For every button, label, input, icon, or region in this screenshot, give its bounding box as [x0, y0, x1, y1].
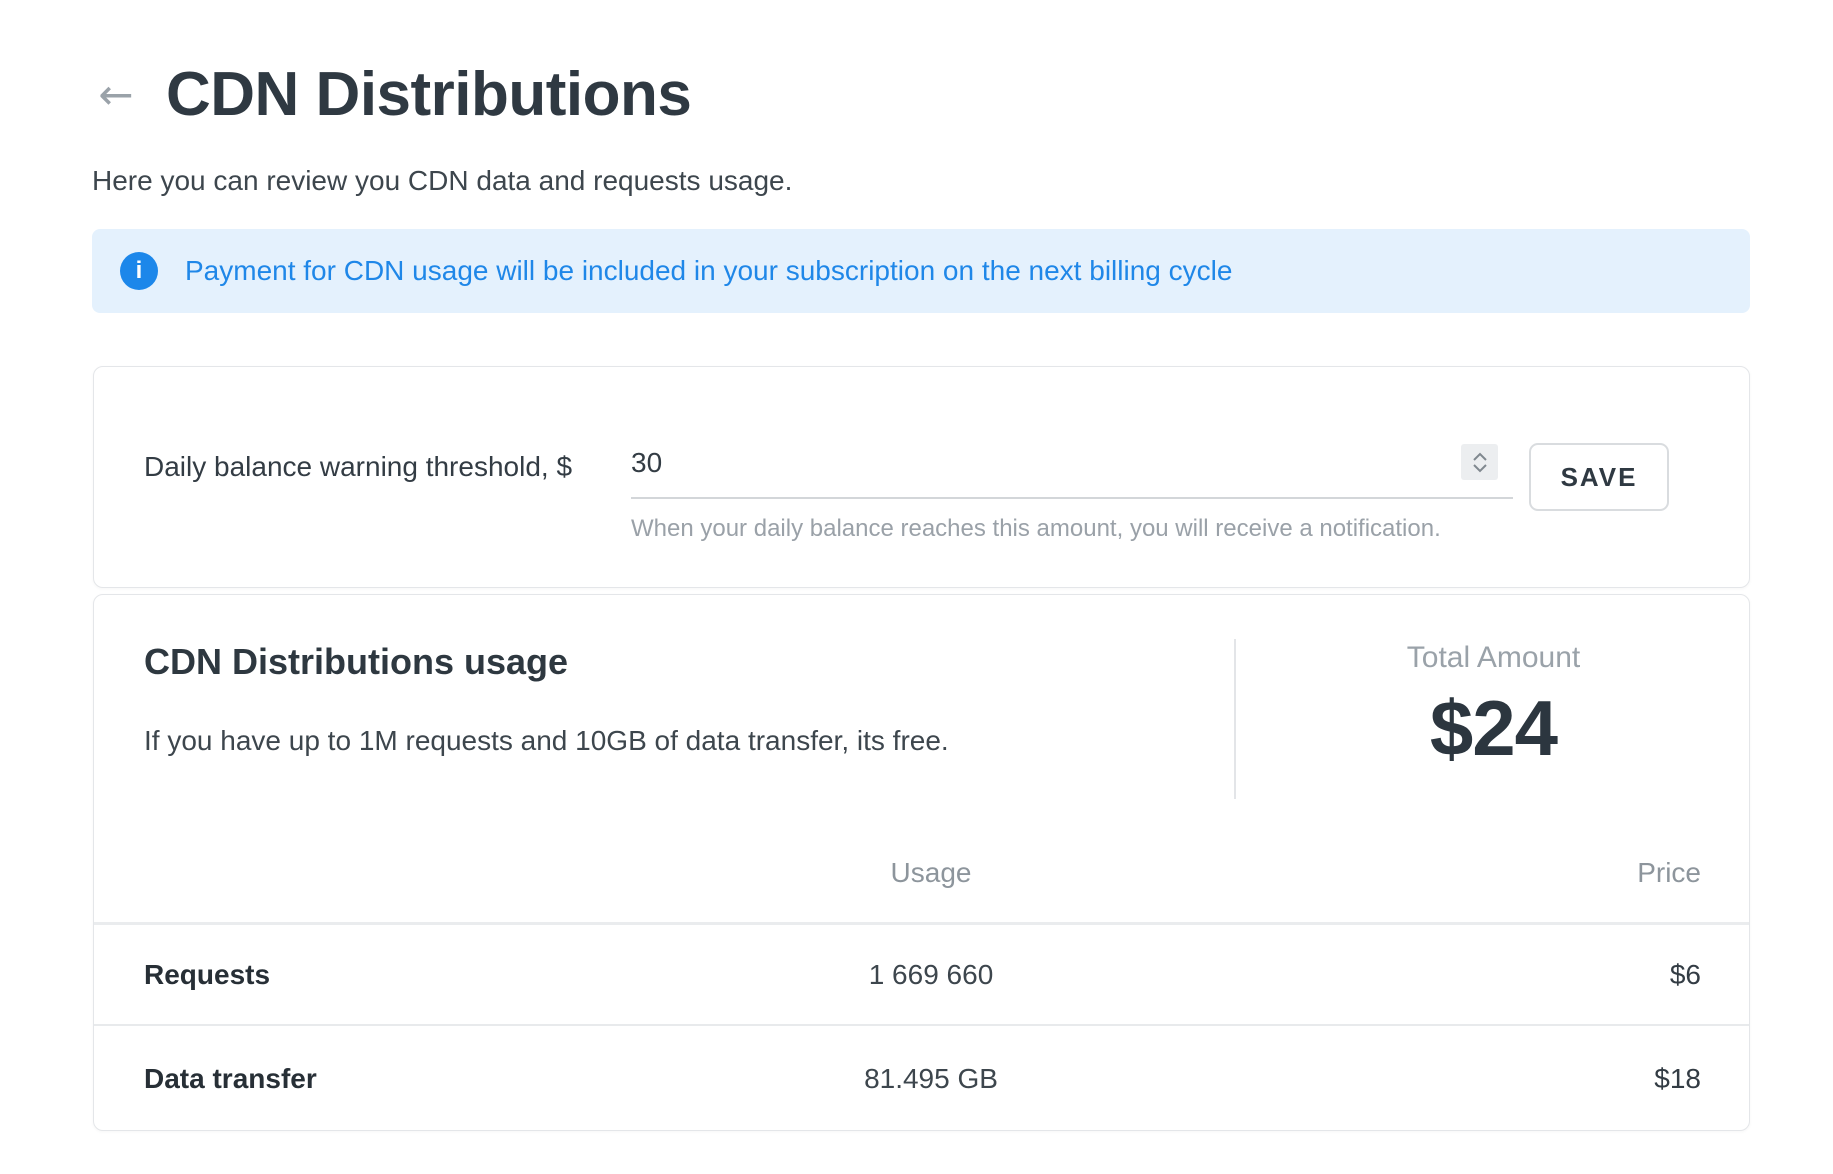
info-icon: i — [120, 252, 158, 290]
input-underline — [631, 497, 1513, 499]
row-name: Requests — [144, 959, 270, 991]
banner-message: Payment for CDN usage will be included i… — [185, 255, 1232, 287]
row-usage: 81.495 GB — [531, 1063, 1331, 1095]
stepper-down-icon[interactable] — [1472, 464, 1488, 473]
column-header-price: Price — [1637, 857, 1701, 889]
page-header: ← CDN Distributions — [92, 62, 691, 127]
threshold-helper-text: When your daily balance reaches this amo… — [631, 515, 1441, 543]
back-arrow-icon: ← — [98, 74, 133, 116]
table-row-data-transfer: Data transfer 81.495 GB $18 — [94, 1028, 1749, 1129]
column-header-usage: Usage — [531, 857, 1331, 889]
row-usage: 1 669 660 — [531, 959, 1331, 991]
row-name: Data transfer — [144, 1063, 317, 1095]
info-icon-glyph: i — [136, 257, 143, 285]
total-amount-block: Total Amount $24 — [1236, 641, 1751, 774]
page-subtitle: Here you can review you CDN data and req… — [92, 165, 792, 197]
cdn-distributions-page: ← CDN Distributions Here you can review … — [0, 0, 1833, 1174]
back-button[interactable]: ← — [92, 71, 140, 119]
billing-info-banner: i Payment for CDN usage will be included… — [92, 229, 1750, 313]
total-amount-value: $24 — [1236, 683, 1751, 774]
threshold-label: Daily balance warning threshold, $ — [144, 451, 572, 483]
usage-card-heading: CDN Distributions usage — [144, 641, 568, 683]
threshold-card: Daily balance warning threshold, $ When … — [93, 366, 1750, 588]
row-price: $18 — [1654, 1063, 1701, 1095]
usage-table-header: Usage Price — [94, 857, 1749, 889]
number-stepper[interactable] — [1461, 444, 1498, 480]
row-price: $6 — [1670, 959, 1701, 991]
page-title: CDN Distributions — [166, 62, 691, 127]
table-row-requests: Requests 1 669 660 $6 — [94, 925, 1749, 1026]
stepper-up-icon[interactable] — [1472, 452, 1488, 461]
usage-card: CDN Distributions usage If you have up t… — [93, 594, 1750, 1131]
total-amount-label: Total Amount — [1236, 641, 1751, 675]
usage-card-description: If you have up to 1M requests and 10GB o… — [144, 725, 949, 757]
threshold-input[interactable] — [631, 447, 1331, 479]
save-button[interactable]: SAVE — [1529, 443, 1669, 511]
